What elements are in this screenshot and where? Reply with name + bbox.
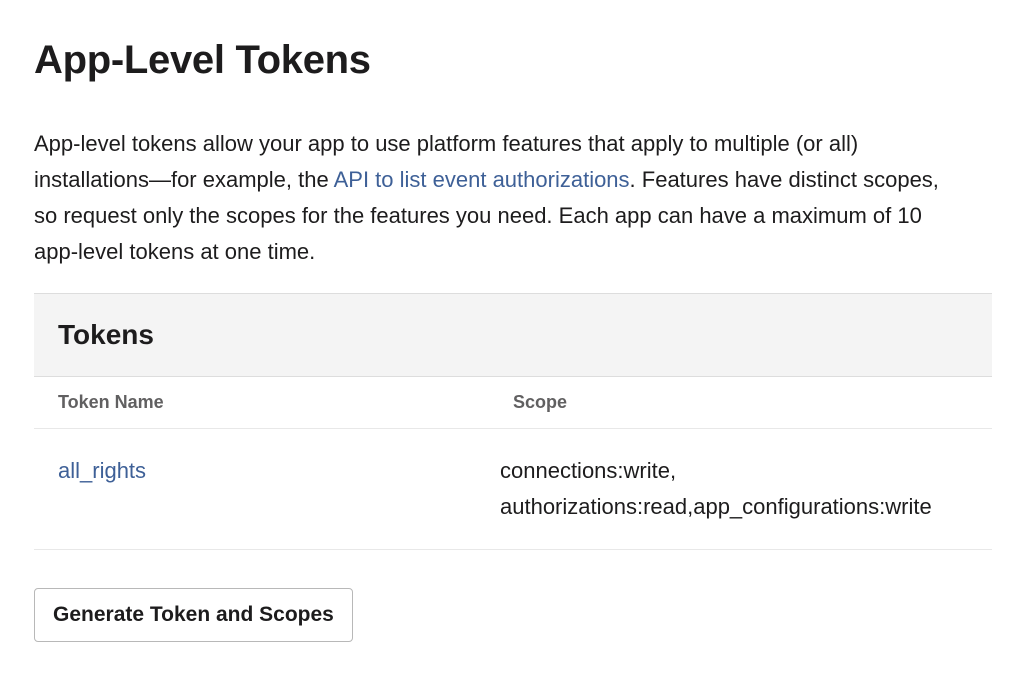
table-row: all_rights connections:write, authorizat… xyxy=(34,429,992,550)
column-header-scope: Scope xyxy=(513,392,568,412)
tokens-panel: Tokens Token Name Scope all_rights conne… xyxy=(34,293,992,550)
token-scope: connections:write, authorizations:read,a… xyxy=(500,458,932,519)
intro-paragraph: App-level tokens allow your app to use p… xyxy=(34,126,964,270)
tokens-panel-title: Tokens xyxy=(58,319,154,350)
generate-token-button[interactable]: Generate Token and Scopes xyxy=(34,588,353,642)
tokens-panel-header: Tokens xyxy=(34,293,992,377)
column-header-token-name: Token Name xyxy=(58,392,164,412)
token-name-link[interactable]: all_rights xyxy=(58,453,146,489)
tokens-table-header: Token Name Scope xyxy=(34,377,992,429)
page-title: App-Level Tokens xyxy=(34,38,371,82)
api-event-authorizations-link[interactable]: API to list event authorizations xyxy=(334,167,630,192)
